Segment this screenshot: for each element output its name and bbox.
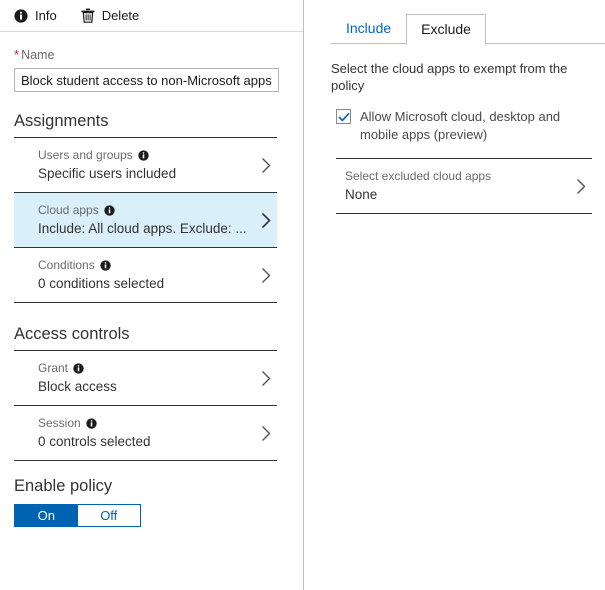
users-and-groups-value: Specific users included (38, 166, 177, 181)
trash-icon (81, 8, 95, 23)
tab-exclude[interactable]: Exclude (406, 14, 486, 45)
conditions-label: Conditions (38, 258, 95, 272)
include-exclude-tabstrip: Include Exclude (305, 0, 605, 45)
grant-value: Block access (38, 379, 117, 394)
info-circle-icon[interactable] (138, 149, 149, 161)
chevron-right-icon (257, 425, 275, 442)
chevron-right-icon (257, 267, 275, 284)
cloud-apps-blade: Include Exclude Select the cloud apps to… (305, 0, 605, 590)
assignments-title: Assignments (14, 112, 109, 130)
policy-details-panel: Info Delete *Name Assignments (0, 0, 304, 590)
info-circle-icon[interactable] (100, 259, 111, 271)
nav-row-grant[interactable]: Grant Block access (14, 351, 277, 406)
info-circle-icon[interactable] (73, 362, 84, 374)
nav-row-select-excluded-cloud-apps[interactable]: Select excluded cloud apps None (336, 159, 592, 214)
users-and-groups-label: Users and groups (38, 148, 133, 162)
cloud-apps-value: Include: All cloud apps. Exclude: ... (38, 221, 247, 236)
command-bar: Info Delete (0, 0, 303, 31)
chevron-right-icon (257, 157, 275, 174)
command-bar-divider (0, 31, 303, 32)
info-circle-icon[interactable] (86, 417, 97, 429)
nav-row-conditions[interactable]: Conditions 0 conditions selected (14, 248, 277, 303)
required-marker: * (14, 47, 20, 62)
enable-policy-title: Enable policy (14, 477, 113, 495)
exclude-description: Select the cloud apps to exempt from the… (331, 61, 568, 93)
access-controls-title: Access controls (14, 325, 130, 343)
allow-microsoft-apps-label: Allow Microsoft cloud, desktop and mobil… (360, 109, 561, 142)
nav-row-cloud-apps[interactable]: Cloud apps Include: All cloud apps. Excl… (14, 193, 277, 248)
delete-button-label: Delete (101, 8, 140, 23)
info-circle-icon[interactable] (104, 204, 115, 216)
name-input[interactable] (14, 68, 279, 92)
assignments-section: Assignments Users and groups Specific us… (0, 112, 303, 303)
excluded-apps-value: None (345, 187, 378, 202)
tab-include[interactable]: Include (331, 13, 406, 44)
chevron-right-icon (257, 370, 275, 387)
delete-button[interactable]: Delete (81, 8, 140, 23)
nav-row-users-and-groups[interactable]: Users and groups Specific users included (14, 138, 277, 193)
enable-policy-section: Enable policy On Off (0, 461, 303, 527)
excluded-apps-label: Select excluded cloud apps (345, 169, 492, 183)
chevron-right-icon (257, 212, 275, 229)
session-label: Session (38, 416, 81, 430)
info-button-label: Info (35, 8, 57, 23)
exclude-tab-content: Select the cloud apps to exempt from the… (305, 44, 605, 214)
name-field-group: * Name (0, 31, 303, 92)
conditions-value: 0 conditions selected (38, 276, 165, 291)
toggle-option-off[interactable]: Off (77, 505, 140, 526)
grant-label: Grant (38, 361, 69, 375)
nav-row-session[interactable]: Session 0 controls selected (14, 406, 277, 461)
checkbox-checked-icon[interactable] (336, 109, 351, 124)
session-value: 0 controls selected (38, 434, 151, 449)
allow-microsoft-apps-checkbox-row[interactable]: Allow Microsoft cloud, desktop and mobil… (331, 108, 592, 144)
info-button[interactable]: Info (14, 8, 57, 23)
cloud-apps-label: Cloud apps (38, 203, 99, 217)
info-circle-icon (14, 8, 28, 23)
enable-policy-toggle[interactable]: On Off (14, 504, 141, 527)
toggle-option-on[interactable]: On (15, 505, 78, 526)
name-field-label: * Name (14, 47, 289, 62)
access-controls-section: Access controls Grant Block access Sessi… (0, 325, 303, 461)
name-label-text: Name (21, 48, 55, 62)
chevron-right-icon (572, 178, 590, 195)
